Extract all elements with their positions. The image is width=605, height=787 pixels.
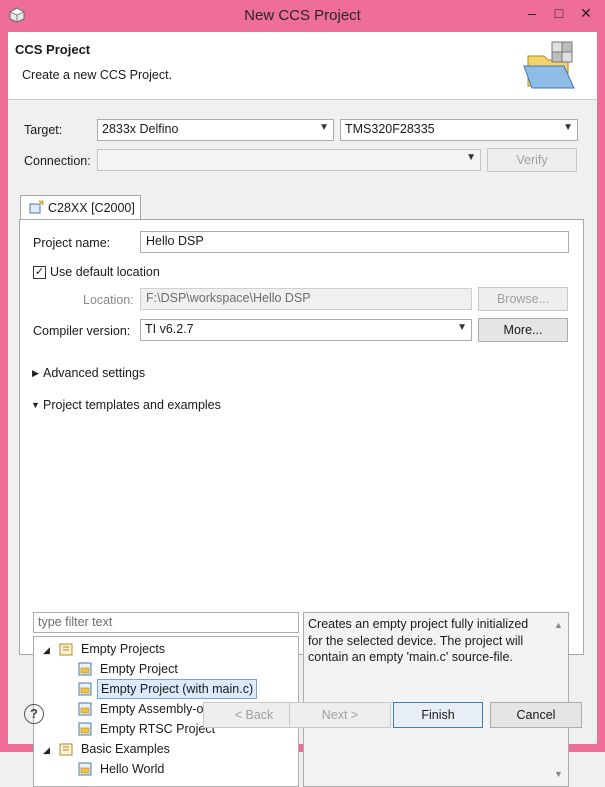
- advanced-settings-toggle[interactable]: Advanced settings: [43, 366, 145, 380]
- target-family-select[interactable]: 2833x Delfino ▼: [97, 119, 334, 141]
- wizard-subtitle: Create a new CCS Project.: [22, 68, 173, 82]
- template-description: Creates an empty project fully initializ…: [303, 612, 569, 787]
- more-button[interactable]: More...: [478, 318, 568, 342]
- chevron-down-icon: ▼: [466, 152, 476, 163]
- template-group-icon: [59, 743, 73, 756]
- compiler-version-label: Compiler version:: [33, 324, 131, 338]
- wizard-title: CCS Project: [15, 42, 91, 57]
- wizard-header: CCS Project Create a new CCS Project.: [8, 32, 597, 100]
- chevron-down-icon: ▼: [457, 322, 467, 333]
- dialog-client-area: CCS Project Create a new CCS Project. Ta…: [8, 32, 597, 787]
- help-icon[interactable]: ?: [24, 704, 44, 724]
- project-template-icon: [78, 762, 92, 776]
- use-default-location-label: Use default location: [50, 265, 160, 279]
- new-project-folder-icon: [523, 41, 575, 89]
- tab-panel: Project name: Hello DSP ✓ Use default lo…: [19, 219, 584, 787]
- target-family-value: 2833x Delfino: [102, 122, 179, 136]
- collapsed-triangle-icon[interactable]: ▶: [32, 368, 39, 379]
- target-device-select[interactable]: TMS320F28335 ▼: [340, 119, 578, 141]
- template-description-text: Creates an empty project fully initializ…: [308, 617, 529, 664]
- scroll-up-icon[interactable]: ▲: [554, 617, 563, 634]
- project-template-icon: [78, 682, 92, 696]
- dialog-window: New CCS Project – □ ✕ CCS Project Create…: [0, 0, 605, 787]
- chevron-down-icon: ▼: [319, 122, 329, 133]
- title-bar[interactable]: New CCS Project – □ ✕: [0, 0, 605, 32]
- templates-section-toggle[interactable]: Project templates and examples: [43, 398, 221, 412]
- tab-c28xx[interactable]: C28XX [C2000]: [20, 195, 141, 220]
- target-label: Target:: [24, 123, 63, 137]
- location-input[interactable]: F:\DSP\workspace\Hello DSP: [140, 288, 472, 310]
- close-button[interactable]: ✕: [572, 3, 600, 23]
- chip-tab-icon: [29, 200, 44, 214]
- project-template-icon: [78, 722, 92, 736]
- expanded-triangle-icon[interactable]: ▼: [31, 400, 40, 410]
- minimize-button[interactable]: –: [518, 3, 546, 23]
- project-template-icon: [78, 702, 92, 716]
- use-default-location-checkbox[interactable]: ✓: [33, 266, 46, 279]
- scroll-down-icon[interactable]: ▼: [554, 766, 563, 783]
- next-button[interactable]: Next >: [289, 702, 391, 728]
- location-label: Location:: [83, 293, 134, 307]
- project-name-label: Project name:: [33, 236, 111, 250]
- browse-button[interactable]: Browse...: [478, 287, 568, 311]
- description-scrollbar[interactable]: ▲ ▼: [551, 613, 568, 786]
- cancel-button[interactable]: Cancel: [490, 702, 582, 728]
- maximize-button[interactable]: □: [545, 3, 573, 23]
- template-filter-input[interactable]: type filter text: [33, 612, 299, 633]
- tree-expanded-icon[interactable]: ◢: [43, 745, 50, 756]
- finish-button[interactable]: Finish: [393, 702, 483, 728]
- verify-button[interactable]: Verify: [487, 148, 577, 172]
- chevron-down-icon: ▼: [563, 122, 573, 133]
- connection-label: Connection:: [24, 154, 91, 168]
- tab-label: C28XX [C2000]: [48, 201, 135, 215]
- connection-select[interactable]: ▼: [97, 149, 481, 171]
- window-title: New CCS Project: [244, 7, 361, 24]
- template-group-icon: [59, 643, 73, 656]
- tree-expanded-icon[interactable]: ◢: [43, 645, 50, 656]
- compiler-version-value: TI v6.2.7: [145, 322, 194, 336]
- target-device-value: TMS320F28335: [345, 122, 435, 136]
- project-template-icon: [78, 662, 92, 676]
- compiler-version-select[interactable]: TI v6.2.7 ▼: [140, 319, 472, 341]
- project-name-input[interactable]: Hello DSP: [140, 231, 569, 253]
